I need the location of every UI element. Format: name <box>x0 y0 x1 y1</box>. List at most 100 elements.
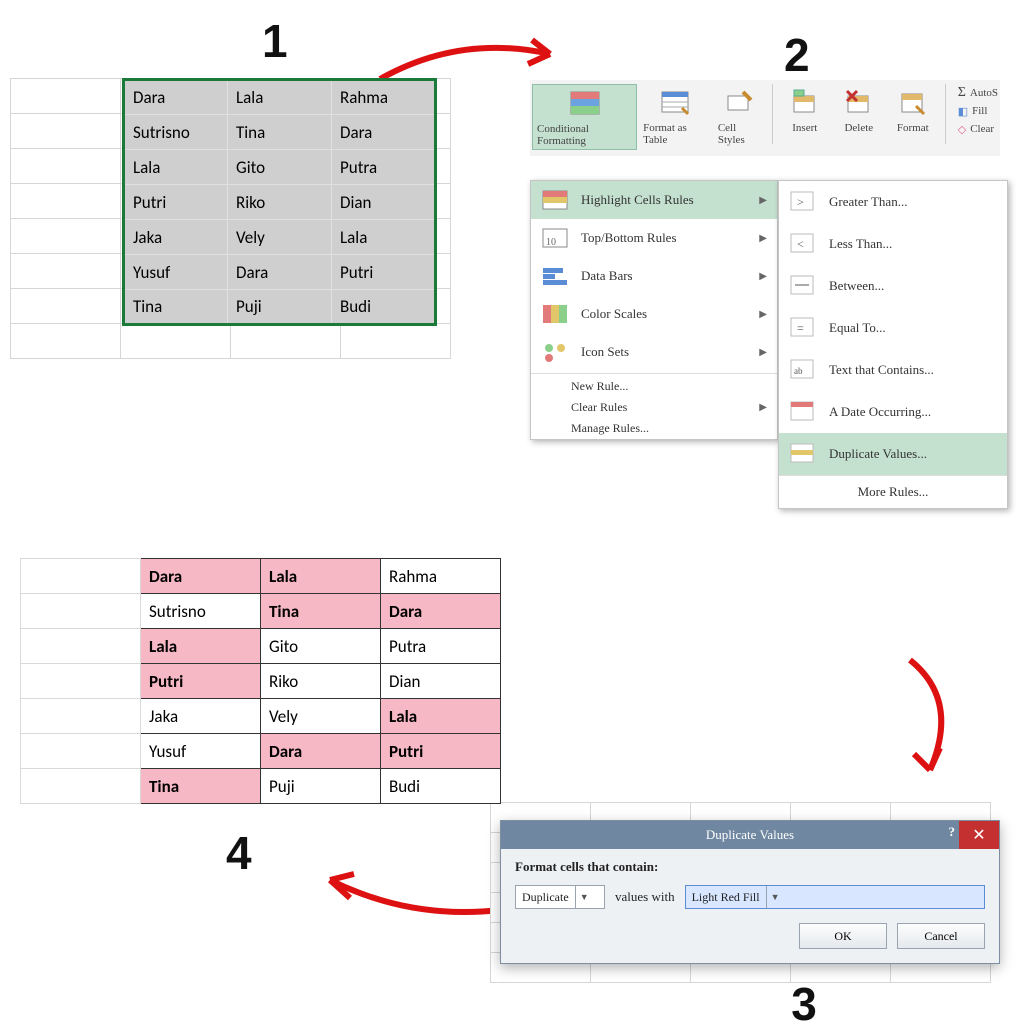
color-scales-icon <box>541 301 571 327</box>
duplicate-mode-combo[interactable]: Duplicate ▼ <box>515 885 605 909</box>
cell[interactable]: Lala <box>124 150 228 185</box>
cell[interactable] <box>21 594 141 629</box>
clear-button[interactable]: ◇Clear <box>958 120 998 138</box>
step4-result-grid[interactable]: DaraLalaRahmaSutrisnoTinaDaraLalaGitoPut… <box>20 558 501 804</box>
menu-label: Equal To... <box>829 320 886 336</box>
cell[interactable]: Dara <box>332 115 436 150</box>
menu-color-scales[interactable]: Color Scales▶ <box>531 295 777 333</box>
format-button[interactable]: Format <box>887 84 939 136</box>
cell[interactable]: Gito <box>261 629 381 664</box>
cell[interactable]: Dian <box>381 664 501 699</box>
menu-clear-rules[interactable]: Clear Rules▶ <box>531 397 777 418</box>
submenu-date-occurring[interactable]: A Date Occurring... <box>779 391 1007 433</box>
menu-icon-sets[interactable]: Icon Sets▶ <box>531 333 777 371</box>
cell[interactable]: Puji <box>261 769 381 804</box>
menu-highlight-cells-rules[interactable]: Highlight Cells Rules▶ <box>531 181 777 219</box>
cell[interactable] <box>21 629 141 664</box>
chevron-down-icon[interactable]: ▼ <box>575 886 593 908</box>
cell[interactable]: Vely <box>261 699 381 734</box>
menu-new-rule[interactable]: New Rule... <box>531 376 777 397</box>
submenu-between[interactable]: Between... <box>779 265 1007 307</box>
cell[interactable]: Putra <box>381 629 501 664</box>
cell[interactable]: Dara <box>141 559 261 594</box>
ok-button[interactable]: OK <box>799 923 887 949</box>
cell[interactable]: Budi <box>332 290 436 325</box>
fill-button[interactable]: ◧Fill <box>958 102 998 120</box>
submenu-equal-to[interactable]: =Equal To... <box>779 307 1007 349</box>
insert-button[interactable]: Insert <box>779 84 831 136</box>
cell[interactable]: Jaka <box>141 699 261 734</box>
submenu-text-contains[interactable]: abText that Contains... <box>779 349 1007 391</box>
cell[interactable]: Lala <box>332 220 436 255</box>
delete-button[interactable]: Delete <box>833 84 885 136</box>
cell[interactable] <box>21 734 141 769</box>
dialog-title: Duplicate Values <box>706 827 794 843</box>
cell[interactable] <box>21 699 141 734</box>
format-style-combo[interactable]: Light Red Fill ▼ <box>685 885 985 909</box>
cell[interactable]: Rahma <box>332 80 436 115</box>
cell[interactable]: Rahma <box>381 559 501 594</box>
greater-than-icon: > <box>789 189 819 215</box>
submenu-greater-than[interactable]: >Greater Than... <box>779 181 1007 223</box>
autosum-button[interactable]: ΣAutoS <box>958 84 998 102</box>
cell[interactable]: Sutrisno <box>124 115 228 150</box>
selected-range[interactable]: DaraLalaRahma SutrisnoTinaDara LalaGitoP… <box>122 78 437 326</box>
cell[interactable]: Gito <box>228 150 332 185</box>
cell[interactable]: Yusuf <box>141 734 261 769</box>
cell[interactable]: Dara <box>124 80 228 115</box>
cancel-button[interactable]: Cancel <box>897 923 985 949</box>
format-cells-icon <box>896 86 930 120</box>
chevron-down-icon[interactable]: ▼ <box>766 886 784 908</box>
cell[interactable]: Tina <box>124 290 228 325</box>
conditional-formatting-button[interactable]: Conditional Formatting <box>532 84 637 150</box>
cell[interactable]: Budi <box>381 769 501 804</box>
menu-data-bars[interactable]: Data Bars▶ <box>531 257 777 295</box>
menu-top-bottom-rules[interactable]: 10 Top/Bottom Rules▶ <box>531 219 777 257</box>
duplicate-values-dialog: Duplicate Values ? ✕ Format cells that c… <box>500 820 1000 964</box>
ribbon-styles-group: Conditional Formatting Format as Table C… <box>530 80 1000 156</box>
cell[interactable]: Jaka <box>124 220 228 255</box>
data-bars-icon <box>541 263 571 289</box>
menu-manage-rules[interactable]: Manage Rules... <box>531 418 777 439</box>
help-icon[interactable]: ? <box>949 824 956 840</box>
cell[interactable]: Putri <box>124 185 228 220</box>
cell[interactable]: Dara <box>381 594 501 629</box>
cell[interactable]: Dian <box>332 185 436 220</box>
cell[interactable]: Riko <box>261 664 381 699</box>
cell[interactable] <box>21 559 141 594</box>
close-icon[interactable]: ✕ <box>959 821 999 849</box>
dialog-text: values with <box>615 889 675 905</box>
cell[interactable]: Dara <box>228 255 332 290</box>
cell[interactable]: Putri <box>141 664 261 699</box>
cell[interactable]: Lala <box>261 559 381 594</box>
dialog-titlebar[interactable]: Duplicate Values ? ✕ <box>501 821 999 849</box>
submenu-less-than[interactable]: <Less Than... <box>779 223 1007 265</box>
cell[interactable]: Putra <box>332 150 436 185</box>
cell[interactable]: Lala <box>228 80 332 115</box>
submenu-duplicate-values[interactable]: Duplicate Values... <box>779 433 1007 475</box>
insert-cells-icon <box>788 86 822 120</box>
cell[interactable]: Vely <box>228 220 332 255</box>
cell[interactable]: Lala <box>381 699 501 734</box>
cell[interactable] <box>21 664 141 699</box>
cell[interactable]: Putri <box>332 255 436 290</box>
delete-cells-icon <box>842 86 876 120</box>
submenu-more-rules[interactable]: More Rules... <box>779 475 1007 508</box>
cell[interactable]: Riko <box>228 185 332 220</box>
cell-styles-button[interactable]: Cell Styles <box>714 84 766 148</box>
cell[interactable]: Sutrisno <box>141 594 261 629</box>
cell[interactable]: Tina <box>141 769 261 804</box>
cell[interactable] <box>21 769 141 804</box>
cell[interactable]: Yusuf <box>124 255 228 290</box>
step-label-2: 2 <box>784 32 810 78</box>
cell[interactable]: Dara <box>261 734 381 769</box>
ribbon-label: Format <box>897 122 929 134</box>
cell[interactable]: Putri <box>381 734 501 769</box>
format-as-table-button[interactable]: Format as Table <box>639 84 712 148</box>
combo-value: Duplicate <box>516 890 575 905</box>
cell[interactable]: Tina <box>261 594 381 629</box>
cell[interactable]: Tina <box>228 115 332 150</box>
cell[interactable]: Puji <box>228 290 332 325</box>
cell[interactable]: Lala <box>141 629 261 664</box>
step-label-3: 3 <box>774 974 834 1034</box>
